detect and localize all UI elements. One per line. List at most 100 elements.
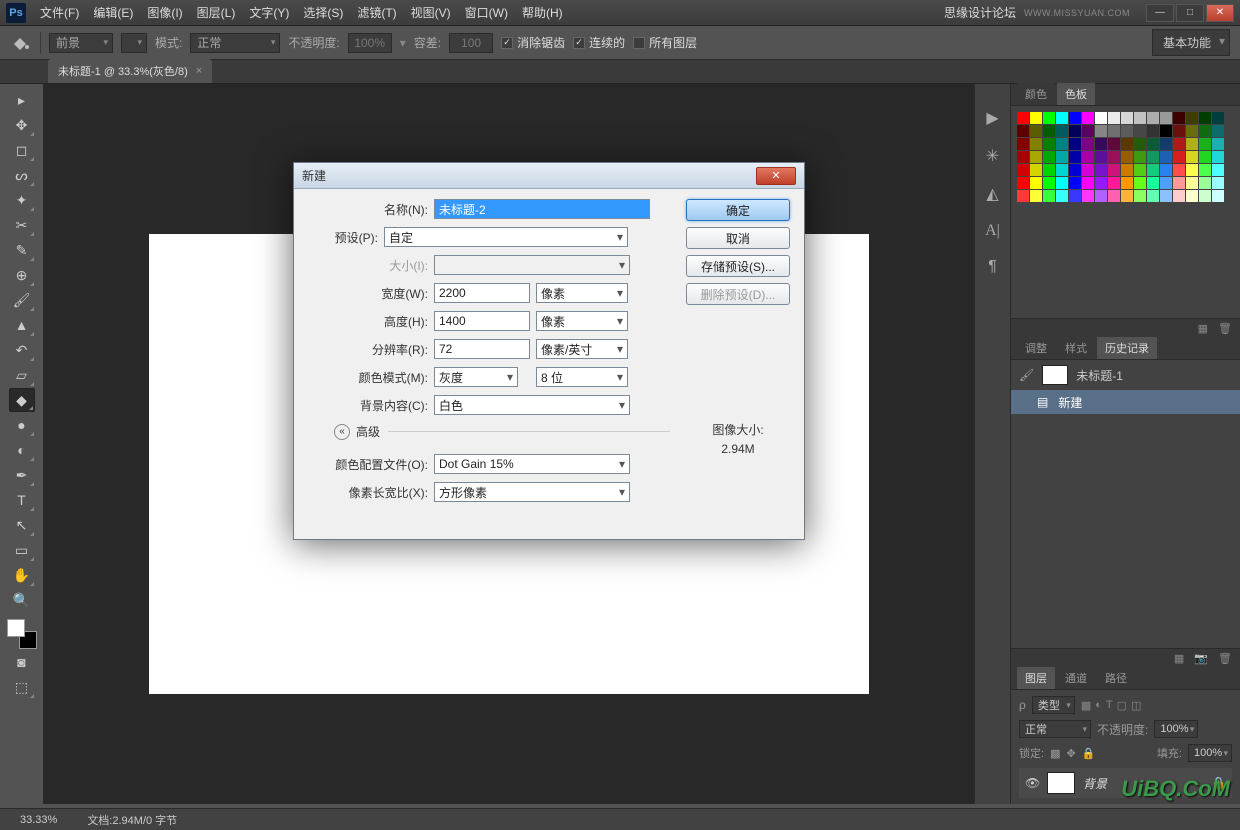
filter-adjust-icon[interactable]: ◐ [1095,699,1102,712]
all-layers-checkbox[interactable]: 所有图层 [633,34,697,51]
close-icon[interactable]: × [196,65,202,77]
swatch[interactable] [1186,190,1198,202]
swatch[interactable] [1056,151,1068,163]
filter-smart-icon[interactable]: ◫ [1131,699,1141,712]
tab-history[interactable]: 历史记录 [1097,337,1157,359]
swatch[interactable] [1160,151,1172,163]
swatch[interactable] [1121,138,1133,150]
trash-icon[interactable]: 🗑 [1218,652,1232,665]
lasso-tool[interactable]: ᔕ [9,163,35,187]
swatch[interactable] [1147,138,1159,150]
character-icon[interactable]: A| [985,222,1000,240]
swatch[interactable] [1160,164,1172,176]
lock-pixels-icon[interactable]: ▩ [1050,747,1060,760]
tab-color[interactable]: 颜色 [1017,83,1055,105]
filter-pixel-icon[interactable]: ▩ [1081,699,1091,712]
path-select-tool[interactable]: ↖ [9,513,35,537]
swatch[interactable] [1082,190,1094,202]
color-swatch[interactable] [7,619,37,649]
ok-button[interactable]: 确定 [686,199,790,221]
swatch[interactable] [1095,112,1107,124]
hand-tool[interactable]: ✋ [9,563,35,587]
swatch[interactable] [1095,151,1107,163]
swatch[interactable] [1082,177,1094,189]
swatch[interactable] [1186,112,1198,124]
tab-layers[interactable]: 图层 [1017,667,1055,689]
pixel-aspect-dropdown[interactable]: 方形像素 [434,482,630,502]
swatch[interactable] [1160,138,1172,150]
swatches-grid[interactable] [1011,106,1240,208]
swatch[interactable] [1147,190,1159,202]
bucket-tool[interactable]: ◆ [9,388,35,412]
swatch[interactable] [1017,190,1029,202]
menu-item[interactable]: 文字(Y) [243,0,295,25]
menu-item[interactable]: 图层(L) [191,0,242,25]
collapse-icon[interactable]: ▸ [9,88,35,112]
eyedropper-tool[interactable]: ✎ [9,238,35,262]
marquee-tool[interactable]: ◻ [9,138,35,162]
advanced-toggle[interactable]: « [334,424,350,440]
histogram-icon[interactable]: ◭ [986,184,998,204]
trash-icon[interactable]: 🗑 [1218,322,1232,335]
tolerance-input[interactable]: 100 [449,33,493,53]
swatch[interactable] [1056,138,1068,150]
swatch[interactable] [1082,138,1094,150]
color-mode-dropdown[interactable]: 灰度 [434,367,518,387]
swatch[interactable] [1069,125,1081,137]
height-unit-dropdown[interactable]: 像素 [536,311,628,331]
visibility-icon[interactable]: 👁 [1025,776,1039,790]
tab-channels[interactable]: 通道 [1057,667,1095,689]
swatch[interactable] [1134,177,1146,189]
swatch[interactable] [1147,177,1159,189]
menu-item[interactable]: 图像(I) [141,0,188,25]
swatch[interactable] [1069,151,1081,163]
blend-mode-dropdown[interactable]: 正常 [190,33,280,53]
history-step[interactable]: ▤ 新建 [1011,390,1240,414]
swatch[interactable] [1147,151,1159,163]
move-tool[interactable]: ✥ [9,113,35,137]
swatch[interactable] [1186,151,1198,163]
zoom-tool[interactable]: 🔍 [9,588,35,612]
pen-tool[interactable]: ✒ [9,463,35,487]
swatch[interactable] [1056,112,1068,124]
swatch[interactable] [1173,190,1185,202]
filter-shape-icon[interactable]: ▢ [1117,699,1127,712]
menu-item[interactable]: 帮助(H) [516,0,569,25]
swatch[interactable] [1160,112,1172,124]
tab-swatches[interactable]: 色板 [1057,83,1095,105]
color-profile-dropdown[interactable]: Dot Gain 15% [434,454,630,474]
swatch[interactable] [1186,125,1198,137]
swatch[interactable] [1017,112,1029,124]
swatch[interactable] [1121,177,1133,189]
lock-position-icon[interactable]: ✥ [1066,747,1075,760]
tab-paths[interactable]: 路径 [1097,667,1135,689]
shape-tool[interactable]: ▭ [9,538,35,562]
swatch[interactable] [1121,164,1133,176]
swatch[interactable] [1147,164,1159,176]
history-snapshot[interactable]: 🖌 未标题-1 [1011,360,1240,390]
swatch[interactable] [1069,112,1081,124]
swatch[interactable] [1121,112,1133,124]
lock-all-icon[interactable]: 🔒 [1082,747,1096,760]
wand-tool[interactable]: ✦ [9,188,35,212]
name-input[interactable] [434,199,650,219]
swatch[interactable] [1017,138,1029,150]
swatch[interactable] [1134,190,1146,202]
swatch[interactable] [1082,164,1094,176]
swatch[interactable] [1134,125,1146,137]
screenmode-toggle[interactable]: ⬚ [9,675,35,699]
swatch[interactable] [1017,164,1029,176]
swatch[interactable] [1030,138,1042,150]
swatch[interactable] [1212,112,1224,124]
swatch[interactable] [1043,125,1055,137]
swatch[interactable] [1056,190,1068,202]
brush-tool[interactable]: 🖌 [9,288,35,312]
swatch[interactable] [1199,112,1211,124]
swatch[interactable] [1173,151,1185,163]
bit-depth-dropdown[interactable]: 8 位 [536,367,628,387]
swatch[interactable] [1173,164,1185,176]
antialias-checkbox[interactable]: ✓消除锯齿 [501,34,565,51]
swatch[interactable] [1043,164,1055,176]
swatch[interactable] [1056,177,1068,189]
swatch[interactable] [1030,112,1042,124]
